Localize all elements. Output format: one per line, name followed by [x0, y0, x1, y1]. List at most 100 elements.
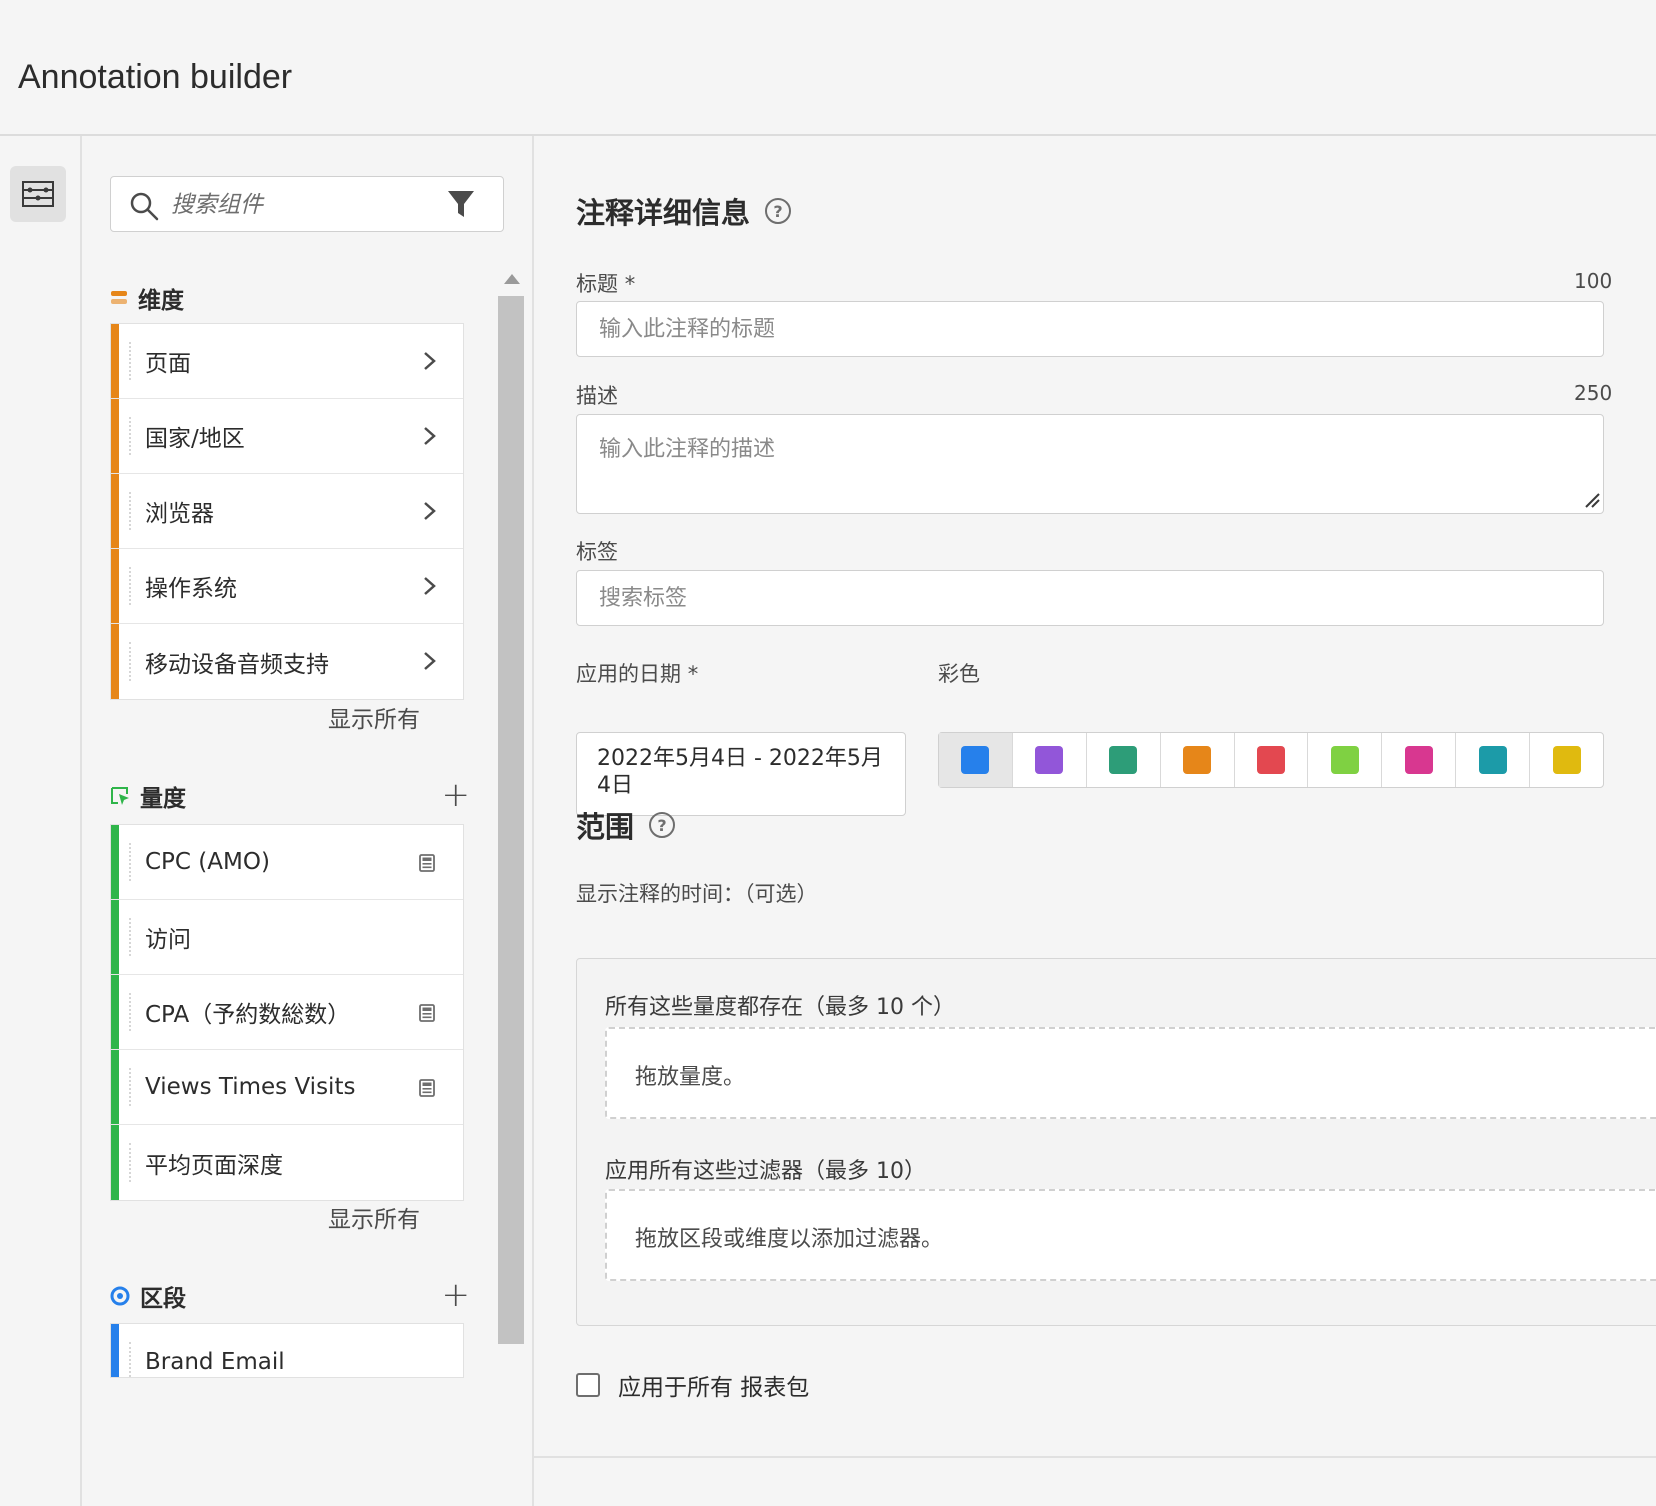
metrics-list: CPC (AMO) 访问 CPA（予約数総数） Views Times Visits 平… — [110, 824, 464, 1201]
color-swatch[interactable] — [1161, 733, 1235, 787]
dimension-item[interactable]: 操作系统 — [111, 549, 463, 624]
color-chip — [1552, 746, 1581, 774]
dimension-item-label: 国家/地区 — [145, 426, 245, 452]
apply-all-report-suites[interactable]: 应用于所有 报表包 — [576, 1368, 809, 1402]
chevron-right-icon — [424, 502, 436, 520]
segment-item[interactable]: Brand Email — [111, 1324, 463, 1377]
metric-color-bar — [111, 900, 119, 974]
dimension-color-bar — [111, 549, 119, 623]
metric-item-label: CPA（予約数総数） — [145, 1002, 351, 1028]
description-textarea[interactable] — [576, 414, 1604, 514]
help-icon[interactable]: ? — [764, 197, 792, 225]
tags-search-input[interactable] — [576, 570, 1604, 626]
metric-item[interactable]: CPC (AMO) — [111, 825, 463, 900]
metrics-header: 量度 + — [110, 778, 470, 814]
scope-conditions-box: 所有这些量度都存在（最多 10 个） 拖放量度。 应用所有这些过滤器（最多 10… — [576, 958, 1656, 1326]
dimension-item-label: 操作系统 — [145, 576, 237, 602]
drag-handle[interactable] — [129, 342, 131, 380]
color-swatch[interactable] — [1530, 733, 1603, 787]
metric-color-bar — [111, 1050, 119, 1124]
color-swatch[interactable] — [1456, 733, 1531, 787]
dimension-item-label: 浏览器 — [145, 501, 214, 527]
components-icon — [22, 181, 54, 207]
drag-handle[interactable] — [129, 567, 131, 605]
drag-handle[interactable] — [129, 918, 131, 956]
dimension-color-bar — [111, 399, 119, 473]
color-swatch[interactable] — [1308, 733, 1383, 787]
metric-item[interactable]: 访问 — [111, 900, 463, 975]
drag-handle[interactable] — [129, 492, 131, 530]
scope-heading: 范围 ? — [576, 804, 676, 846]
color-swatch[interactable] — [1235, 733, 1309, 787]
chevron-right-icon — [424, 352, 436, 370]
dimension-item[interactable]: 国家/地区 — [111, 399, 463, 474]
filters-drop-zone[interactable]: 拖放区段或维度以添加过滤器。 — [605, 1189, 1656, 1281]
title-label: 标题 * — [576, 272, 636, 296]
dimensions-list: 页面国家/地区浏览器操作系统移动设备音频支持 — [110, 323, 464, 700]
dimension-color-bar — [111, 624, 119, 699]
metric-color-bar — [111, 825, 119, 899]
metric-item[interactable]: Views Times Visits — [111, 1050, 463, 1125]
color-swatch[interactable] — [1013, 733, 1087, 787]
drag-handle[interactable] — [129, 417, 131, 455]
chevron-right-icon — [424, 577, 436, 595]
scrollbar-thumb[interactable] — [498, 296, 524, 1344]
filter-icon[interactable] — [447, 189, 475, 219]
description-label: 描述 — [576, 384, 618, 408]
annotation-form: 注释详细信息 ? 标题 * 100 描述 250 标签 应用的日期 * 2022… — [534, 136, 1656, 1456]
segment-item-label: Brand Email — [145, 1348, 285, 1375]
metric-item-label: CPC (AMO) — [145, 849, 270, 875]
calculated-metric-icon — [419, 854, 435, 872]
color-chip — [1109, 746, 1138, 774]
scroll-up-icon[interactable] — [504, 274, 520, 284]
resize-grip-icon[interactable] — [1584, 492, 1600, 508]
title-input[interactable] — [576, 301, 1604, 357]
panel-scrollbar[interactable] — [496, 264, 526, 1464]
drag-handle[interactable] — [129, 843, 131, 881]
add-segment-button[interactable]: + — [442, 1278, 471, 1312]
color-chip — [1183, 746, 1212, 774]
metrics-drop-zone[interactable]: 拖放量度。 — [605, 1027, 1656, 1119]
svg-text:?: ? — [773, 202, 782, 221]
components-panel-button[interactable] — [10, 166, 66, 222]
calculated-metric-icon — [419, 1079, 435, 1097]
metric-item-label: 平均页面深度 — [145, 1152, 283, 1179]
drag-handle[interactable] — [129, 1143, 131, 1182]
apply-all-label: 应用于所有 报表包 — [618, 1375, 810, 1401]
dimension-item[interactable]: 移动设备音频支持 — [111, 624, 463, 699]
metrics-condition-label: 所有这些量度都存在（最多 10 个） — [605, 995, 955, 1020]
details-heading: 注释详细信息 ? — [576, 190, 792, 232]
metric-icon — [111, 787, 129, 805]
footer-divider — [534, 1456, 1656, 1506]
dimension-item[interactable]: 浏览器 — [111, 474, 463, 549]
metric-item[interactable]: CPA（予約数総数） — [111, 975, 463, 1050]
dimension-item-label: 页面 — [145, 351, 191, 377]
metric-item[interactable]: 平均页面深度 — [111, 1125, 463, 1200]
drag-handle[interactable] — [129, 642, 131, 681]
color-swatch[interactable] — [1087, 733, 1161, 787]
title-max-count: 100 — [1574, 269, 1613, 293]
color-label: 彩色 — [938, 662, 980, 686]
search-input[interactable] — [171, 185, 431, 225]
drag-handle[interactable] — [129, 1068, 131, 1106]
search-icon — [130, 192, 159, 221]
dimension-color-bar — [111, 474, 119, 548]
drag-handle[interactable] — [129, 993, 131, 1031]
add-metric-button[interactable]: + — [442, 778, 471, 812]
component-search — [110, 176, 504, 232]
dimensions-show-all[interactable]: 显示所有 — [328, 700, 420, 734]
tags-label: 标签 — [576, 540, 618, 564]
color-swatch[interactable] — [1382, 733, 1457, 787]
dimension-item[interactable]: 页面 — [111, 324, 463, 399]
dimensions-title: 维度 — [138, 288, 184, 314]
metrics-show-all[interactable]: 显示所有 — [328, 1200, 420, 1234]
segment-icon — [110, 1286, 130, 1306]
help-icon[interactable]: ? — [648, 811, 676, 839]
chevron-right-icon — [424, 427, 436, 445]
metric-item-label: 访问 — [145, 927, 191, 953]
segments-header: 区段 + — [110, 1278, 470, 1314]
apply-all-checkbox[interactable] — [576, 1373, 600, 1397]
metric-color-bar — [111, 975, 119, 1049]
drag-handle[interactable] — [129, 1342, 131, 1377]
color-swatch[interactable] — [939, 733, 1013, 787]
